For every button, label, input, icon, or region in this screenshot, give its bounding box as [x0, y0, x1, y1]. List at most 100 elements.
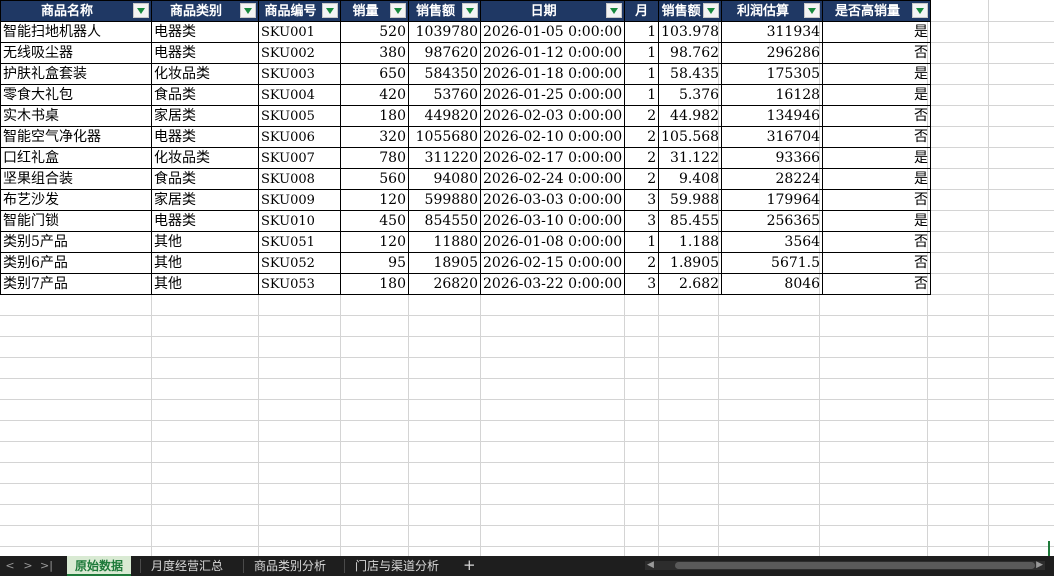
high-volume-cell[interactable]: 否	[822, 105, 932, 127]
sku-cell[interactable]: SKU052	[258, 252, 341, 274]
month-cell[interactable]: 2	[624, 147, 660, 169]
quantity-cell[interactable]: 180	[340, 105, 409, 127]
sales-amount-cell[interactable]: 2.682	[658, 273, 723, 295]
filter-dropdown-icon[interactable]	[390, 3, 406, 18]
sku-cell[interactable]: SKU001	[258, 21, 341, 43]
profit-cell[interactable]: 256365	[721, 210, 824, 232]
sku-cell[interactable]: SKU009	[258, 189, 341, 211]
month-cell[interactable]: 1	[624, 231, 660, 253]
header-cell-high-volume[interactable]: 是否高销量	[822, 0, 932, 22]
quantity-cell[interactable]: 320	[340, 126, 409, 148]
sales-amount-cell[interactable]: 98.762	[658, 42, 723, 64]
month-cell[interactable]: 3	[624, 210, 660, 232]
sales-amount-cell[interactable]: 58.435	[658, 63, 723, 85]
product-name-cell[interactable]: 智能门锁	[0, 210, 152, 232]
filter-dropdown-icon[interactable]	[240, 3, 256, 18]
high-volume-cell[interactable]: 否	[822, 42, 932, 64]
high-volume-cell[interactable]: 是	[822, 21, 932, 43]
tab-category-analysis[interactable]: 商品类别分析	[246, 556, 334, 576]
high-volume-cell[interactable]: 是	[822, 168, 932, 190]
high-volume-cell[interactable]: 否	[822, 126, 932, 148]
category-cell[interactable]: 电器类	[151, 21, 259, 43]
sales-amount-cell[interactable]: 44.982	[658, 105, 723, 127]
date-cell[interactable]: 2026-01-18 0:00:00	[479, 63, 626, 85]
date-cell[interactable]: 2026-02-17 0:00:00	[479, 147, 626, 169]
sales-cell[interactable]: 987620	[408, 42, 481, 64]
quantity-cell[interactable]: 120	[340, 189, 409, 211]
sku-cell[interactable]: SKU002	[258, 42, 341, 64]
sku-cell[interactable]: SKU006	[258, 126, 341, 148]
date-cell[interactable]: 2026-03-10 0:00:00	[479, 210, 626, 232]
header-cell-month[interactable]: 月	[624, 0, 660, 22]
category-cell[interactable]: 其他	[151, 273, 259, 295]
sales-cell[interactable]: 311220	[408, 147, 481, 169]
date-cell[interactable]: 2026-02-10 0:00:00	[479, 126, 626, 148]
date-cell[interactable]: 2026-03-22 0:00:00	[479, 273, 626, 295]
product-name-cell[interactable]: 智能空气净化器	[0, 126, 152, 148]
sku-cell[interactable]: SKU004	[258, 84, 341, 106]
date-cell[interactable]: 2026-02-24 0:00:00	[479, 168, 626, 190]
scroll-right-icon[interactable]: ▶	[1036, 561, 1043, 570]
profit-cell[interactable]: 316704	[721, 126, 824, 148]
tab-raw-data[interactable]: 原始数据	[67, 556, 132, 576]
sales-amount-cell[interactable]: 103.978	[658, 21, 723, 43]
date-cell[interactable]: 2026-01-05 0:00:00	[479, 21, 626, 43]
category-cell[interactable]: 其他	[151, 252, 259, 274]
sales-cell[interactable]: 26820	[408, 273, 481, 295]
quantity-cell[interactable]: 450	[340, 210, 409, 232]
month-cell[interactable]: 2	[624, 105, 660, 127]
month-cell[interactable]: 2	[624, 168, 660, 190]
header-cell-sales-amount[interactable]: 销售额	[658, 0, 723, 22]
tab-monthly-summary[interactable]: 月度经营汇总	[143, 556, 231, 576]
first-sheet-icon[interactable]: <	[4, 559, 16, 573]
date-cell[interactable]: 2026-01-08 0:00:00	[479, 231, 626, 253]
high-volume-cell[interactable]: 否	[822, 189, 932, 211]
product-name-cell[interactable]: 类别7产品	[0, 273, 152, 295]
category-cell[interactable]: 其他	[151, 231, 259, 253]
quantity-cell[interactable]: 120	[340, 231, 409, 253]
quantity-cell[interactable]: 780	[340, 147, 409, 169]
quantity-cell[interactable]: 560	[340, 168, 409, 190]
high-volume-cell[interactable]: 否	[822, 231, 932, 253]
product-name-cell[interactable]: 布艺沙发	[0, 189, 152, 211]
high-volume-cell[interactable]: 是	[822, 63, 932, 85]
fill-handle[interactable]	[1048, 541, 1054, 556]
sku-cell[interactable]: SKU007	[258, 147, 341, 169]
product-name-cell[interactable]: 护肤礼盒套装	[0, 63, 152, 85]
quantity-cell[interactable]: 95	[340, 252, 409, 274]
sales-amount-cell[interactable]: 9.408	[658, 168, 723, 190]
sales-cell[interactable]: 11880	[408, 231, 481, 253]
month-cell[interactable]: 1	[624, 63, 660, 85]
category-cell[interactable]: 家居类	[151, 105, 259, 127]
month-cell[interactable]: 1	[624, 21, 660, 43]
sales-cell[interactable]: 449820	[408, 105, 481, 127]
category-cell[interactable]: 食品类	[151, 168, 259, 190]
month-cell[interactable]: 3	[624, 273, 660, 295]
header-cell-profit[interactable]: 利润估算	[721, 0, 824, 22]
quantity-cell[interactable]: 520	[340, 21, 409, 43]
date-cell[interactable]: 2026-02-15 0:00:00	[479, 252, 626, 274]
header-cell-sales[interactable]: 销售额	[408, 0, 481, 22]
header-cell-date[interactable]: 日期	[479, 0, 626, 22]
category-cell[interactable]: 电器类	[151, 126, 259, 148]
product-name-cell[interactable]: 零食大礼包	[0, 84, 152, 106]
quantity-cell[interactable]: 380	[340, 42, 409, 64]
header-cell-category[interactable]: 商品类别	[151, 0, 259, 22]
high-volume-cell[interactable]: 是	[822, 210, 932, 232]
profit-cell[interactable]: 175305	[721, 63, 824, 85]
date-cell[interactable]: 2026-01-12 0:00:00	[479, 42, 626, 64]
sales-cell[interactable]: 584350	[408, 63, 481, 85]
filter-dropdown-icon[interactable]	[912, 3, 929, 18]
quantity-cell[interactable]: 180	[340, 273, 409, 295]
prev-sheet-icon[interactable]: >	[22, 559, 34, 573]
profit-cell[interactable]: 134946	[721, 105, 824, 127]
high-volume-cell[interactable]: 否	[822, 273, 932, 295]
tab-store-channel-analysis[interactable]: 门店与渠道分析	[347, 556, 447, 576]
sales-amount-cell[interactable]: 59.988	[658, 189, 723, 211]
header-cell-product-name[interactable]: 商品名称	[0, 0, 152, 22]
sales-amount-cell[interactable]: 5.376	[658, 84, 723, 106]
high-volume-cell[interactable]: 是	[822, 84, 932, 106]
spreadsheet-grid[interactable]: 商品名称 商品类别 商品编号 销量 销售额 日期 月 销售额 利润估算 是否高销…	[0, 0, 1054, 556]
month-cell[interactable]: 2	[624, 252, 660, 274]
category-cell[interactable]: 食品类	[151, 84, 259, 106]
